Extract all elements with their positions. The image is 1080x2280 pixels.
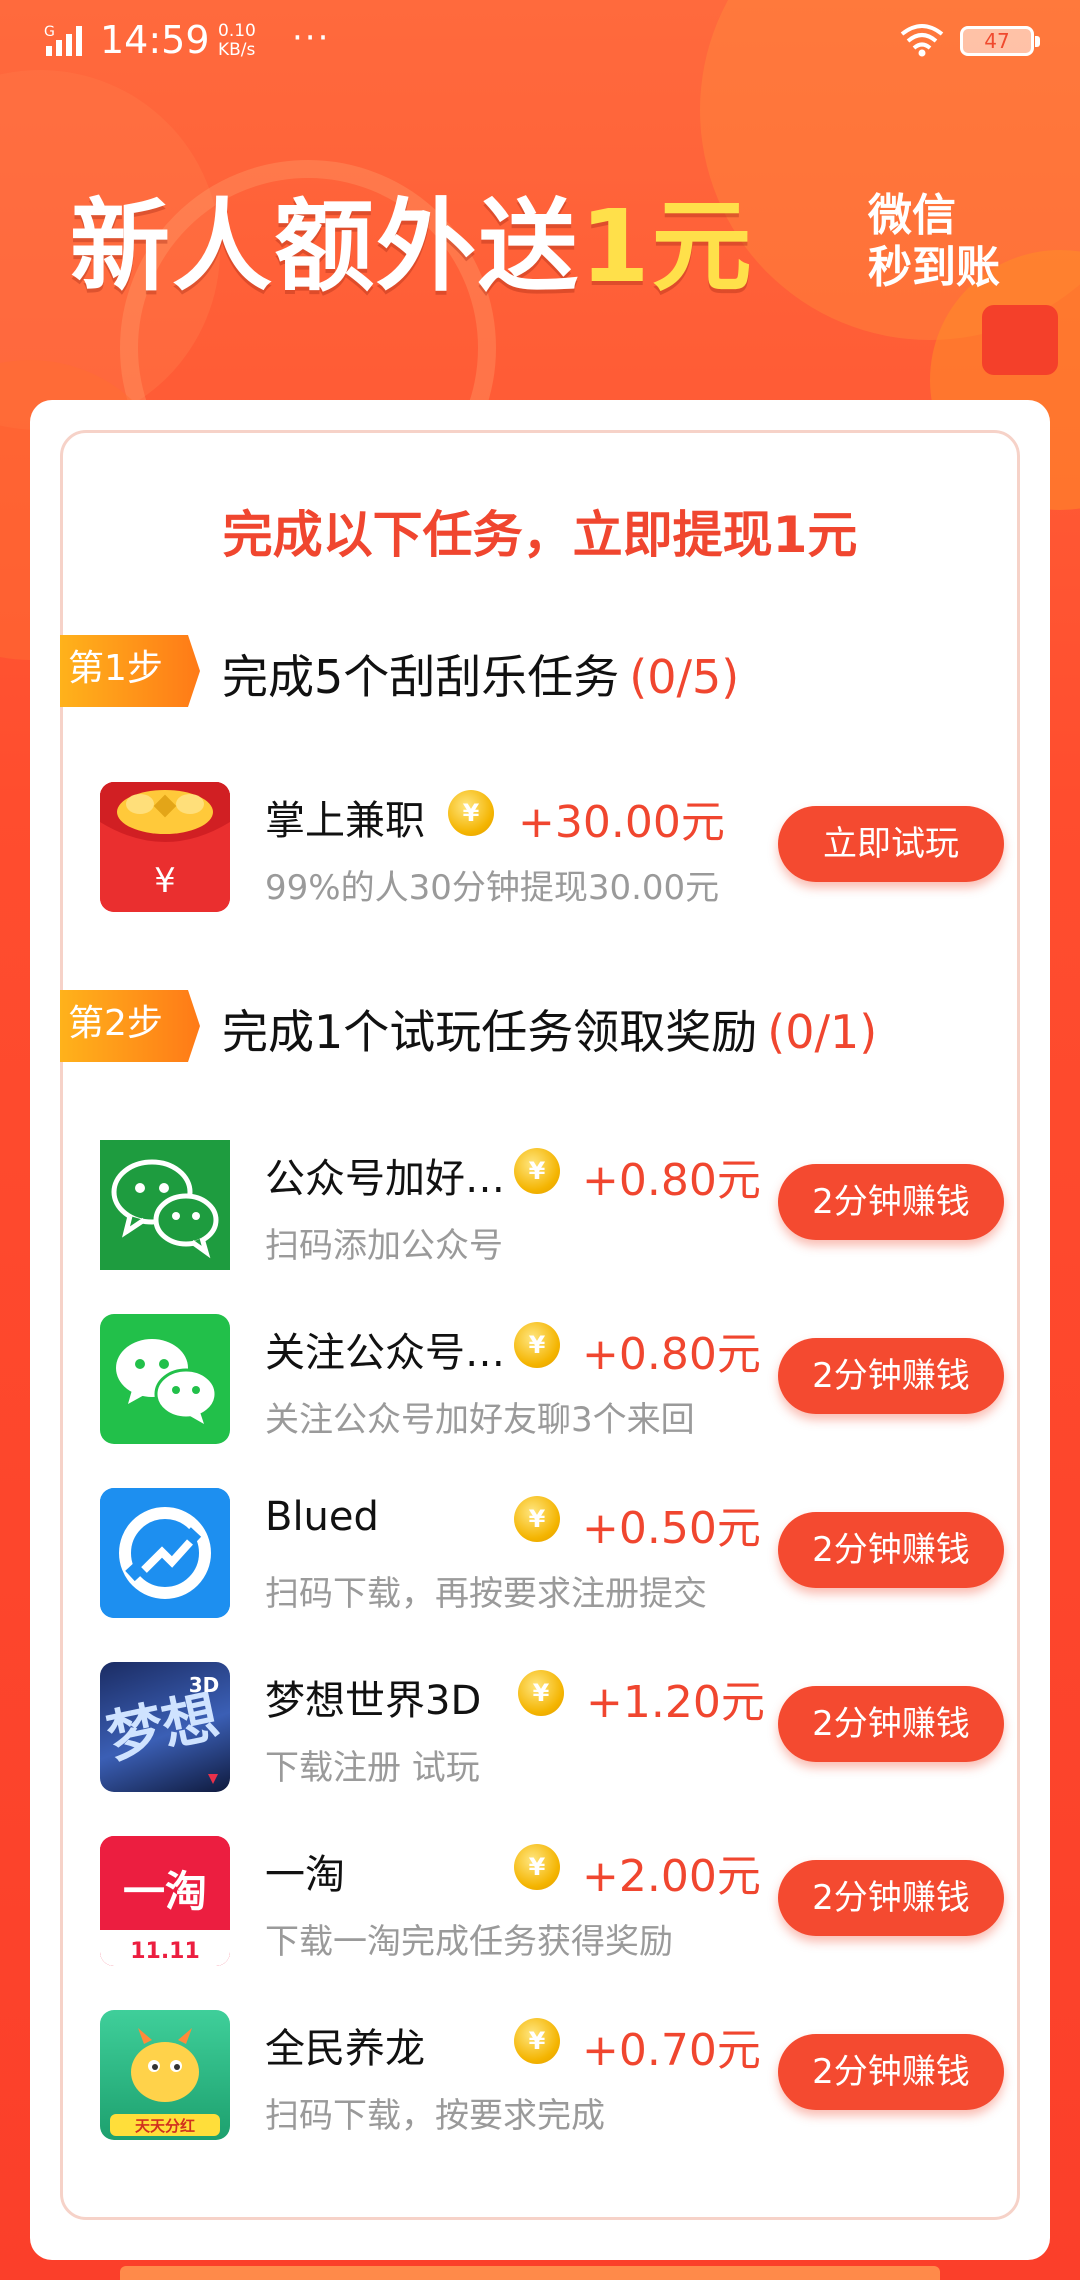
step-progress: (0/1) [767, 1005, 878, 1059]
coin-icon: ¥ [514, 1844, 560, 1890]
banner-title: 新人额外送1元 [70, 165, 754, 305]
task-name: 一淘 [265, 1852, 345, 1898]
task-description: 下载一淘完成任务获得奖励 [265, 1922, 673, 1962]
svg-text:梦想: 梦想 [102, 1684, 225, 1771]
earn-button[interactable]: 2分钟赚钱 [778, 2034, 1004, 2110]
dream-world-icon: 梦想 3D [100, 1662, 230, 1792]
floating-button[interactable] [982, 305, 1058, 375]
more-dots-icon: ··· [292, 18, 331, 58]
coin-icon: ¥ [514, 1496, 560, 1542]
task-reward: +1.20元 [586, 1677, 765, 1728]
task-card: 完成以下任务，立即提现1元 第1步 完成5个刮刮乐任务 (0/5) ¥ 掌上兼职 … [30, 400, 1050, 2260]
task-name: 梦想世界3D [265, 1678, 482, 1724]
svg-text:3D: 3D [189, 1673, 220, 1697]
banner-title-main: 新人额外送 [70, 188, 580, 305]
try-now-button[interactable]: 立即试玩 [778, 806, 1004, 882]
banner-subtitle-line2: 秒到账 [868, 242, 1000, 293]
wechat-icon [100, 1140, 230, 1270]
task-name: 关注公众号… [265, 1330, 505, 1376]
earn-button[interactable]: 2分钟赚钱 [778, 1860, 1004, 1936]
svg-text:一淘: 一淘 [123, 1867, 207, 1916]
task-description: 下载注册 试玩 [265, 1748, 480, 1788]
task-description: 关注公众号加好友聊3个来回 [265, 1400, 695, 1440]
blued-icon [100, 1488, 230, 1618]
yitao-icon: 一淘 11.11 [100, 1836, 230, 1966]
task-item[interactable]: 公众号加好… ¥ +0.80元 扫码添加公众号 2分钟赚钱 [30, 1140, 1050, 1280]
step-progress: (0/5) [629, 650, 740, 704]
task-name: 公众号加好… [265, 1156, 505, 1202]
task-item[interactable]: 关注公众号… ¥ +0.80元 关注公众号加好友聊3个来回 2分钟赚钱 [30, 1314, 1050, 1454]
wifi-icon [900, 24, 944, 57]
earn-button[interactable]: 2分钟赚钱 [778, 1338, 1004, 1414]
svg-text:G: G [44, 24, 55, 40]
step-tag: 第1步 [60, 635, 200, 707]
task-description: 扫码下载，按要求完成 [265, 2096, 605, 2136]
coin-icon: ¥ [518, 1670, 564, 1716]
coin-icon: ¥ [448, 790, 494, 836]
task-reward: +2.00元 [582, 1851, 761, 1902]
earn-button[interactable]: 2分钟赚钱 [778, 1686, 1004, 1762]
svg-text:¥: ¥ [154, 861, 176, 901]
wechat-icon [100, 1314, 230, 1444]
task-reward: +0.70元 [582, 2025, 761, 2076]
banner-subtitle-line1: 微信 [868, 190, 956, 241]
red-envelope-icon: ¥ [100, 782, 230, 912]
svg-text:11.11: 11.11 [130, 1939, 200, 1964]
task-reward: +0.80元 [582, 1155, 761, 1206]
signal-icon: G [44, 24, 82, 56]
task-name: Blued [265, 1494, 379, 1540]
network-speed-unit: KB/s [218, 40, 256, 60]
battery-icon: 47 [960, 26, 1040, 56]
task-item[interactable]: 天天分红 全民养龙 ¥ +0.70元 扫码下载，按要求完成 2分钟赚钱 [30, 2010, 1050, 2150]
step-tag: 第2步 [60, 990, 200, 1062]
coin-icon: ¥ [514, 1322, 560, 1368]
bottom-tab-hint [120, 2266, 940, 2280]
svg-text:天天分红: 天天分红 [135, 2117, 195, 2135]
card-title: 完成以下任务，立即提现1元 [222, 506, 858, 564]
task-reward: +0.50元 [582, 1503, 761, 1554]
banner-title-highlight: 1元 [580, 188, 754, 305]
banner-subtitle: 微信 秒到账 [868, 190, 1018, 294]
coin-icon: ¥ [514, 1148, 560, 1194]
coin-icon: ¥ [514, 2018, 560, 2064]
task-item[interactable]: ¥ 掌上兼职 ¥ +30.00元 99%的人30分钟提现30.00元 立即试玩 [30, 782, 1050, 922]
step-label: 完成5个刮刮乐任务 (0/5) [222, 641, 739, 707]
status-bar: G 14:59 0.10 KB/s ··· 47 [0, 0, 1080, 84]
clock: 14:59 [100, 18, 210, 62]
network-speed-value: 0.10 [218, 21, 256, 41]
step-label: 完成1个试玩任务领取奖励 (0/1) [222, 996, 877, 1062]
step-label-text: 完成1个试玩任务领取奖励 [222, 1005, 758, 1059]
dragon-icon: 天天分红 [100, 2010, 230, 2140]
task-description: 扫码下载，再按要求注册提交 [265, 1574, 707, 1614]
task-item[interactable]: 一淘 11.11 一淘 ¥ +2.00元 下载一淘完成任务获得奖励 2分钟赚钱 [30, 1836, 1050, 1976]
task-reward: +30.00元 [518, 797, 725, 848]
earn-button[interactable]: 2分钟赚钱 [778, 1164, 1004, 1240]
task-description: 扫码添加公众号 [265, 1226, 503, 1266]
earn-button[interactable]: 2分钟赚钱 [778, 1512, 1004, 1588]
step-label-text: 完成5个刮刮乐任务 [222, 650, 620, 704]
task-reward: +0.80元 [582, 1329, 761, 1380]
task-description: 99%的人30分钟提现30.00元 [265, 868, 720, 908]
network-speed: 0.10 KB/s [218, 22, 256, 60]
task-item[interactable]: Blued ¥ +0.50元 扫码下载，再按要求注册提交 2分钟赚钱 [30, 1488, 1050, 1628]
task-item[interactable]: 梦想 3D 梦想世界3D ¥ +1.20元 下载注册 试玩 2分钟赚钱 [30, 1662, 1050, 1802]
task-name: 全民养龙 [265, 2026, 425, 2072]
